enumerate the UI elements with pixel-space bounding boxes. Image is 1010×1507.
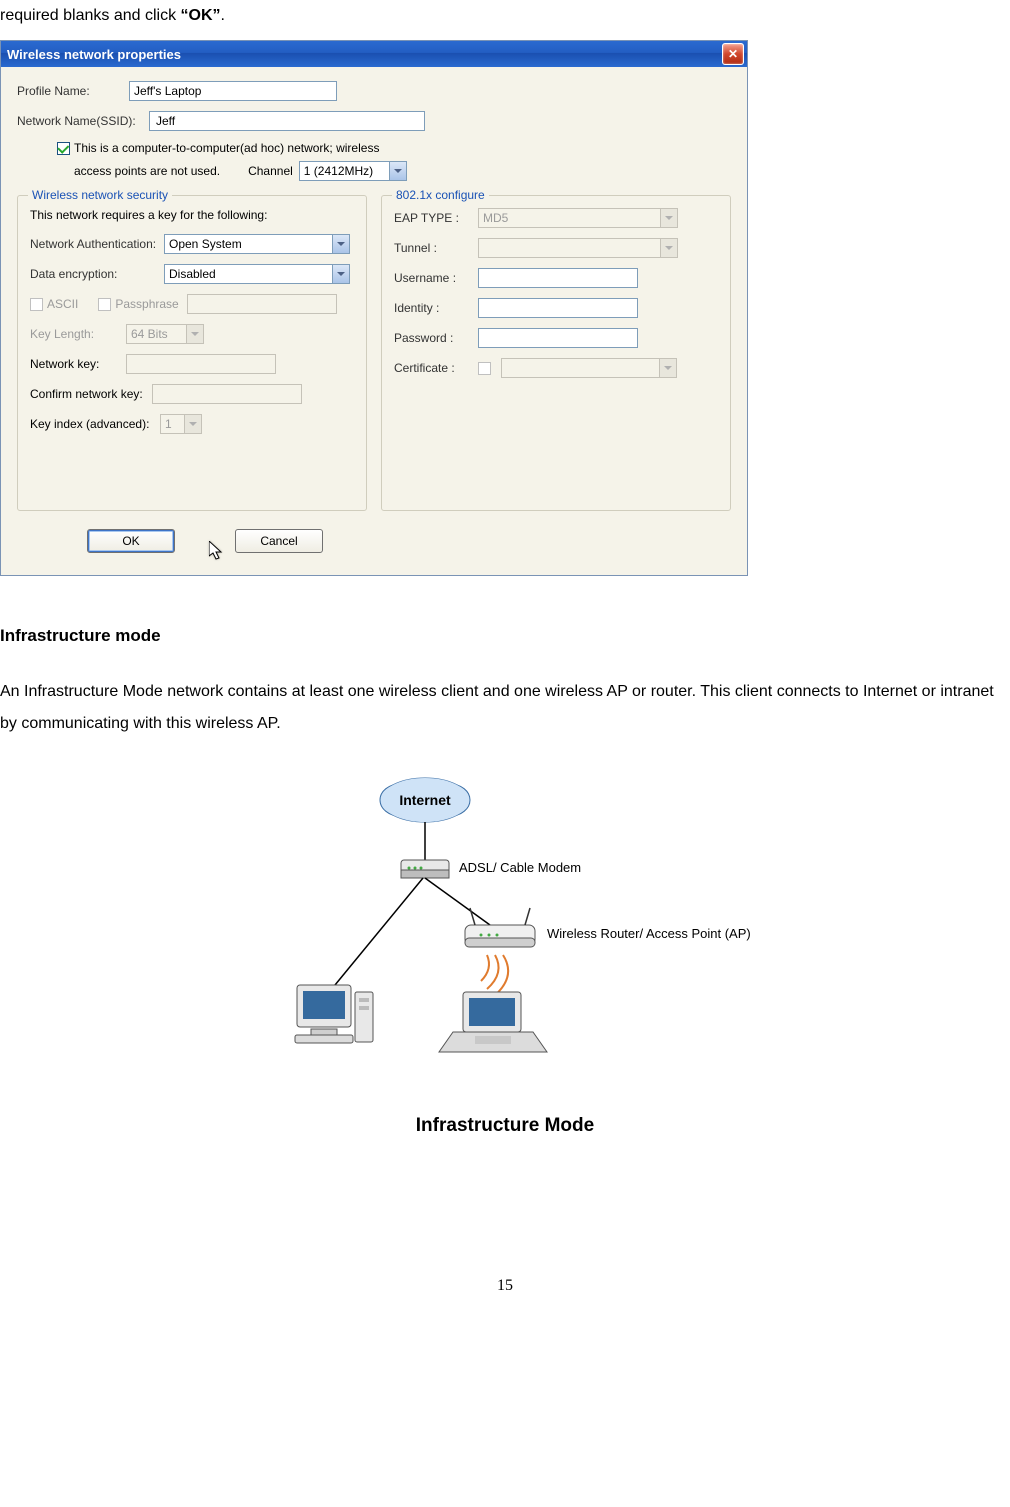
chevron-down-icon [184,415,201,433]
auth-value: Open System [165,237,332,251]
intro-prefix: required blanks and click [0,7,181,24]
identity-label: Identity : [394,301,478,315]
channel-label: Channel [248,164,293,178]
infrastructure-diagram: Internet ADSL/ Cable Modem Wireless Rout… [225,770,785,1137]
keylength-value: 64 Bits [127,327,186,341]
encryption-select[interactable]: Disabled [164,264,350,284]
security-legend: Wireless network security [28,188,172,202]
username-label: Username : [394,271,478,285]
adhoc-checkbox[interactable] [57,142,70,155]
chevron-down-icon [660,209,677,227]
tunnel-label: Tunnel : [394,241,478,255]
password-input[interactable] [478,328,638,348]
certificate-label: Certificate : [394,361,478,375]
desktop-pc-icon [295,985,373,1043]
passphrase-checkbox [98,298,111,311]
keyindex-label: Key index (advanced): [30,417,160,431]
laptop-icon [439,992,547,1052]
cursor-icon [209,541,227,566]
intro-suffix: . [221,7,225,24]
diagram-caption: Infrastructure Mode [225,1115,785,1137]
confirmkey-input [152,384,302,404]
adhoc-text-line2: access points are not used. [74,164,220,178]
chevron-down-icon [660,239,677,257]
eap-value: MD5 [479,211,660,225]
security-group: Wireless network security This network r… [17,195,367,511]
chevron-down-icon [332,235,349,253]
passphrase-label: Passphrase [115,297,178,311]
router-label: Wireless Router/ Access Point (AP) [547,926,751,941]
username-input[interactable] [478,268,638,288]
cancel-button[interactable]: Cancel [235,529,323,553]
keylength-label: Key Length: [30,327,126,341]
ssid-field[interactable] [149,111,425,131]
internet-cloud-icon: Internet [380,778,470,822]
modem-icon [401,860,449,878]
chevron-down-icon [186,325,203,343]
eap-select: MD5 [478,208,678,228]
eap-label: EAP TYPE : [394,211,478,225]
channel-value: 1 (2412MHz) [300,164,389,178]
dot1x-group: 802.1x configure EAP TYPE : MD5 Tunnel : [381,195,731,511]
chevron-down-icon [332,265,349,283]
internet-label: Internet [399,792,451,808]
passphrase-input [187,294,337,314]
titlebar[interactable]: Wireless network properties ✕ [1,41,747,67]
chevron-down-icon [389,162,406,180]
ascii-label: ASCII [47,297,78,311]
ascii-checkbox [30,298,43,311]
keylength-select: 64 Bits [126,324,204,344]
profile-name-input[interactable] [129,81,337,101]
certificate-checkbox [478,362,491,375]
password-label: Password : [394,331,478,345]
close-button[interactable]: ✕ [722,43,744,65]
ssid-input[interactable] [154,113,424,129]
keyindex-select: 1 [160,414,202,434]
ssid-label: Network Name(SSID): [17,114,149,128]
profile-name-label: Profile Name: [17,84,113,98]
close-icon: ✕ [728,47,738,61]
networkkey-input [126,354,276,374]
auth-select[interactable]: Open System [164,234,350,254]
auth-label: Network Authentication: [30,237,164,251]
adhoc-text-line1: This is a computer-to-computer(ad hoc) n… [74,141,379,155]
dot1x-legend: 802.1x configure [392,188,489,202]
requires-key-text: This network requires a key for the foll… [30,208,354,222]
infrastructure-body: An Infrastructure Mode network contains … [0,676,1010,740]
encryption-value: Disabled [165,267,332,281]
page-number: 15 [0,1277,1010,1295]
channel-select[interactable]: 1 (2412MHz) [299,161,407,181]
window-title: Wireless network properties [7,47,181,62]
tunnel-select [478,238,678,258]
chevron-down-icon [659,359,676,377]
modem-label: ADSL/ Cable Modem [459,860,581,875]
intro-bold: “OK” [181,7,221,24]
certificate-select [501,358,677,378]
networkkey-label: Network key: [30,357,126,371]
infrastructure-heading: Infrastructure mode [0,626,1010,646]
confirmkey-label: Confirm network key: [30,387,152,401]
identity-input[interactable] [478,298,638,318]
keyindex-value: 1 [161,417,184,431]
ok-button[interactable]: OK [87,529,175,553]
diagram-svg: Internet ADSL/ Cable Modem Wireless Rout… [225,770,785,1100]
intro-line: required blanks and click “OK”. [0,0,1010,32]
wireless-signal-icon [481,955,508,997]
wireless-properties-dialog: Wireless network properties ✕ Profile Na… [0,40,748,576]
encryption-label: Data encryption: [30,267,164,281]
